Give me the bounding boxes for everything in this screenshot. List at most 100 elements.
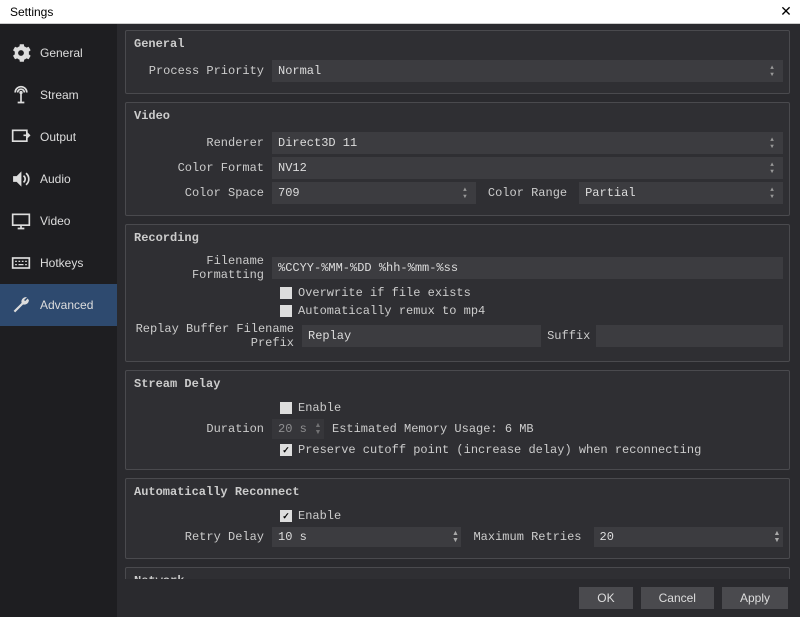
row-remux: Automatically remux to mp4 — [280, 304, 783, 318]
chevron-updown-icon: ▲▼ — [767, 187, 777, 200]
section-recording: Recording Filename Formatting Overwrite … — [125, 224, 790, 362]
titlebar: Settings ✕ — [0, 0, 800, 24]
input-filename-formatting[interactable] — [272, 257, 783, 279]
row-filename-formatting: Filename Formatting — [132, 254, 783, 282]
section-title: General — [132, 35, 783, 57]
sidebar-item-video[interactable]: Video — [0, 200, 117, 242]
sidebar-item-label: Audio — [40, 172, 71, 186]
sidebar-item-general[interactable]: General — [0, 32, 117, 74]
row-duration: Duration ▲▼ Estimated Memory Usage: 6 MB — [132, 419, 783, 439]
speaker-icon — [10, 168, 32, 190]
label-filename-formatting: Filename Formatting — [132, 254, 272, 282]
spin-duration[interactable]: ▲▼ — [272, 419, 324, 439]
row-replay-buffer: Replay Buffer Filename Prefix Suffix — [132, 322, 783, 350]
ok-button[interactable]: OK — [579, 587, 632, 609]
checkbox-preserve-cutoff[interactable] — [280, 444, 292, 456]
checkbox-overwrite[interactable] — [280, 287, 292, 299]
spin-retry-delay[interactable]: ▲▼ — [272, 527, 461, 547]
select-value: Direct3D 11 — [278, 136, 357, 150]
section-network: Network Bind to IP Default ▲▼ Dynamicall… — [125, 567, 790, 579]
select-color-range[interactable]: Partial ▲▼ — [579, 182, 783, 204]
sidebar-item-output[interactable]: Output — [0, 116, 117, 158]
input-replay-prefix[interactable] — [302, 325, 541, 347]
select-value: Normal — [278, 64, 321, 78]
label-mem-usage: Estimated Memory Usage: 6 MB — [332, 422, 534, 436]
label-enable: Enable — [298, 509, 341, 523]
select-value: Partial — [585, 186, 635, 200]
section-title: Recording — [132, 229, 783, 251]
label-preserve-cutoff: Preserve cutoff point (increase delay) w… — [298, 443, 701, 457]
label-suffix: Suffix — [541, 329, 596, 343]
select-value: NV12 — [278, 161, 307, 175]
content-panel: General Process Priority Normal ▲▼ Video… — [117, 24, 800, 617]
label-replay-prefix: Replay Buffer Filename Prefix — [132, 322, 302, 350]
row-enable-reconnect: Enable — [280, 509, 783, 523]
label-remux: Automatically remux to mp4 — [298, 304, 485, 318]
label-retry-delay: Retry Delay — [132, 530, 272, 544]
section-stream-delay: Stream Delay Enable Duration ▲▼ Estimate… — [125, 370, 790, 470]
row-overwrite: Overwrite if file exists — [280, 286, 783, 300]
section-general: General Process Priority Normal ▲▼ — [125, 30, 790, 94]
row-enable-stream-delay: Enable — [280, 401, 783, 415]
window-body: General Stream Output Audio Video — [0, 24, 800, 617]
close-icon[interactable]: ✕ — [778, 3, 794, 20]
sidebar-item-label: Output — [40, 130, 76, 144]
cancel-button[interactable]: Cancel — [641, 587, 714, 609]
select-process-priority[interactable]: Normal ▲▼ — [272, 60, 783, 82]
sidebar-item-label: Stream — [40, 88, 79, 102]
apply-button[interactable]: Apply — [722, 587, 788, 609]
label-color-format: Color Format — [132, 161, 272, 175]
sidebar-item-label: Advanced — [40, 298, 93, 312]
sidebar: General Stream Output Audio Video — [0, 24, 117, 617]
section-video: Video Renderer Direct3D 11 ▲▼ Color Form… — [125, 102, 790, 216]
input-max-retries[interactable] — [594, 527, 771, 547]
checkbox-enable-stream-delay[interactable] — [280, 402, 292, 414]
chevron-updown-icon: ▲▼ — [312, 422, 324, 436]
label-color-range: Color Range — [482, 186, 573, 200]
scroll-area[interactable]: General Process Priority Normal ▲▼ Video… — [117, 24, 800, 579]
footer: OK Cancel Apply — [117, 579, 800, 617]
sidebar-item-label: Video — [40, 214, 70, 228]
label-overwrite: Overwrite if file exists — [298, 286, 471, 300]
input-suffix[interactable] — [596, 325, 783, 347]
screen-arrow-icon — [10, 126, 32, 148]
keyboard-icon — [10, 252, 32, 274]
sidebar-item-advanced[interactable]: Advanced — [0, 284, 117, 326]
wrench-icon — [10, 294, 32, 316]
select-renderer[interactable]: Direct3D 11 ▲▼ — [272, 132, 783, 154]
chevron-updown-icon: ▲▼ — [767, 137, 777, 150]
sidebar-item-stream[interactable]: Stream — [0, 74, 117, 116]
section-auto-reconnect: Automatically Reconnect Enable Retry Del… — [125, 478, 790, 559]
row-renderer: Renderer Direct3D 11 ▲▼ — [132, 132, 783, 154]
monitor-icon — [10, 210, 32, 232]
chevron-updown-icon: ▲▼ — [767, 65, 777, 78]
window-title: Settings — [6, 5, 778, 19]
sidebar-item-label: Hotkeys — [40, 256, 83, 270]
label-duration: Duration — [132, 422, 272, 436]
sidebar-item-hotkeys[interactable]: Hotkeys — [0, 242, 117, 284]
section-title: Automatically Reconnect — [132, 483, 783, 505]
label-color-space: Color Space — [132, 186, 272, 200]
antenna-icon — [10, 84, 32, 106]
sidebar-item-label: General — [40, 46, 83, 60]
label-max-retries: Maximum Retries — [467, 530, 587, 544]
sidebar-item-audio[interactable]: Audio — [0, 158, 117, 200]
checkbox-enable-reconnect[interactable] — [280, 510, 292, 522]
select-value: 709 — [278, 186, 300, 200]
row-preserve-cutoff: Preserve cutoff point (increase delay) w… — [280, 443, 783, 457]
select-color-format[interactable]: NV12 ▲▼ — [272, 157, 783, 179]
input-retry-delay[interactable] — [272, 527, 449, 547]
gear-icon — [10, 42, 32, 64]
label-enable: Enable — [298, 401, 341, 415]
spin-max-retries[interactable]: ▲▼ — [594, 527, 783, 547]
label-process-priority: Process Priority — [132, 64, 272, 78]
select-color-space[interactable]: 709 ▲▼ — [272, 182, 476, 204]
checkbox-remux[interactable] — [280, 305, 292, 317]
chevron-updown-icon: ▲▼ — [460, 187, 470, 200]
chevron-updown-icon: ▲▼ — [771, 530, 783, 544]
label-renderer: Renderer — [132, 136, 272, 150]
row-color-space-range: Color Space 709 ▲▼ Color Range Partial ▲… — [132, 182, 783, 204]
input-duration[interactable] — [272, 419, 312, 439]
section-title: Network — [132, 572, 783, 579]
row-retry-delay: Retry Delay ▲▼ Maximum Retries ▲▼ — [132, 527, 783, 547]
